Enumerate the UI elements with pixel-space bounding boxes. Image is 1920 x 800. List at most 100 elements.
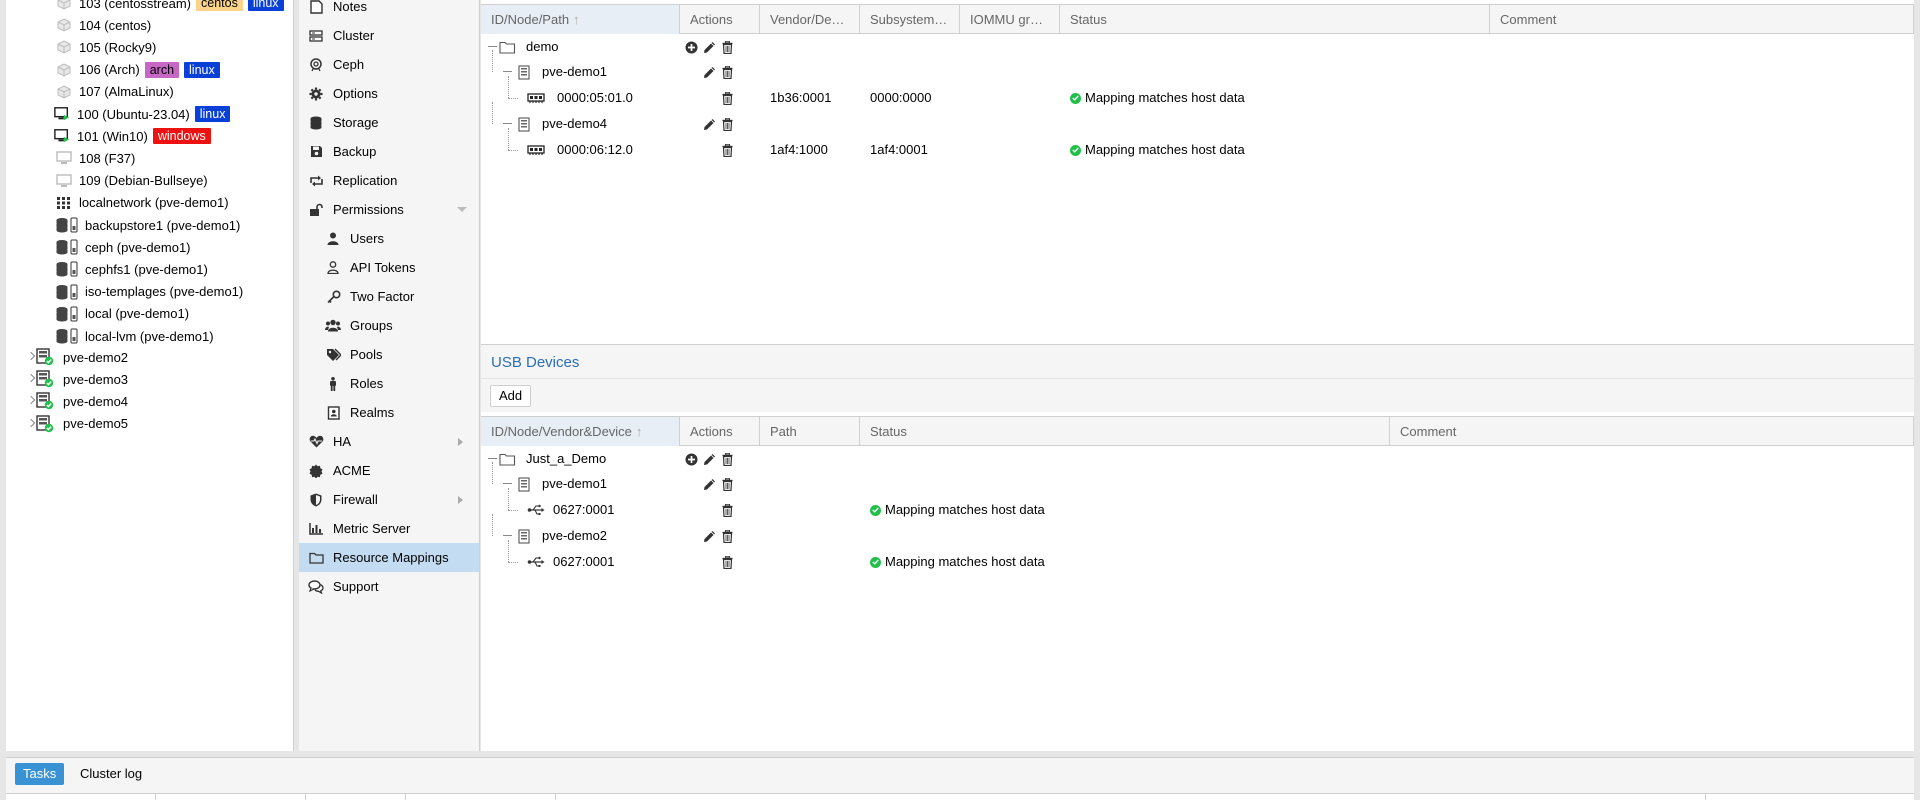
menu-item-ha[interactable]: HA	[299, 427, 479, 456]
menu-item-options[interactable]: Options	[299, 79, 479, 108]
trash-icon[interactable]	[720, 40, 734, 54]
tree-item[interactable]: iso-templages (pve-demo1)	[6, 281, 293, 303]
tree-item[interactable]: 104 (centos)	[6, 14, 293, 36]
trash-icon[interactable]	[720, 65, 734, 79]
resource-tree[interactable]: 103 (centosstream) centos linux 104 (centos…	[6, 0, 294, 751]
menu-item-resource-mappings[interactable]: Resource Mappings	[299, 543, 479, 572]
expand-caret-icon[interactable]	[458, 496, 463, 504]
menu-item-api-tokens[interactable]: API Tokens	[299, 253, 479, 282]
task-grid-column[interactable]	[556, 794, 1706, 800]
tree-item[interactable]: backupstore1 (pve-demo1)	[6, 214, 293, 236]
trash-icon[interactable]	[720, 91, 734, 105]
trash-icon[interactable]	[720, 452, 734, 466]
trash-icon[interactable]	[720, 477, 734, 491]
table-row[interactable]: 0000:05:01.0 1b36:0001 0000:0000 Mapping ma…	[481, 76, 1914, 110]
edit-pencil-icon[interactable]	[702, 65, 716, 79]
tree-node-pve-demo2[interactable]: pve-demo2	[6, 346, 293, 368]
column-header[interactable]: Vendor/De…	[760, 5, 860, 34]
table-row[interactable]: pve-demo1	[481, 50, 1914, 84]
edit-pencil-icon[interactable]	[702, 529, 716, 543]
column-header[interactable]: Status	[1060, 5, 1490, 34]
column-header[interactable]: Status	[860, 417, 1390, 446]
trash-icon[interactable]	[720, 117, 734, 131]
menu-item-permissions[interactable]: Permissions	[299, 195, 479, 224]
storage-icon	[56, 284, 78, 300]
table-row[interactable]: pve-demo4	[481, 102, 1914, 136]
add-usb-mapping-button[interactable]: Add	[490, 385, 532, 407]
tree-item[interactable]: ceph (pve-demo1)	[6, 236, 293, 258]
tree-item[interactable]: 105 (Rocky9)	[6, 36, 293, 58]
menu-item-users[interactable]: Users	[299, 224, 479, 253]
menu-item-roles[interactable]: Roles	[299, 369, 479, 398]
task-grid-column[interactable]	[6, 794, 156, 800]
tree-item[interactable]: 109 (Debian-Bullseye)	[6, 170, 293, 192]
menu-item-label: ACME	[333, 463, 371, 478]
edit-pencil-icon[interactable]	[702, 117, 716, 131]
column-header[interactable]: Actions	[680, 417, 760, 446]
trash-icon[interactable]	[720, 555, 734, 569]
column-header[interactable]: ID/Node/Vendor&Device ↑	[481, 417, 680, 446]
menu-item-acme[interactable]: ACME	[299, 456, 479, 485]
column-header[interactable]: Comment	[1390, 417, 1914, 446]
table-row[interactable]: 0627:0001 Mapping matches host data	[481, 540, 1914, 574]
tree-item[interactable]: 106 (Arch) arch linux	[6, 59, 293, 81]
tree-item[interactable]: localnetwork (pve-demo1)	[6, 192, 293, 214]
edit-pencil-icon[interactable]	[702, 477, 716, 491]
menu-item-metric-server[interactable]: Metric Server	[299, 514, 479, 543]
menu-item-notes[interactable]: Notes	[299, 0, 479, 21]
task-grid-column[interactable]	[406, 794, 556, 800]
table-row[interactable]: demo	[481, 35, 1914, 59]
edit-pencil-icon[interactable]	[702, 452, 716, 466]
node-online-icon	[36, 348, 54, 366]
menu-item-ceph[interactable]: Ceph	[299, 50, 479, 79]
table-row[interactable]: pve-demo2	[481, 514, 1914, 548]
trash-icon[interactable]	[720, 503, 734, 517]
menu-item-backup[interactable]: Backup	[299, 137, 479, 166]
tree-node-pve-demo4[interactable]: pve-demo4	[6, 390, 293, 412]
task-grid-column[interactable]	[156, 794, 306, 800]
menu-item-firewall[interactable]: Firewall	[299, 485, 479, 514]
table-row[interactable]: 0000:06:12.0 1af4:1000 1af4:0001 Mapping ma…	[481, 128, 1914, 162]
menu-item-pools[interactable]: Pools	[299, 340, 479, 369]
collapse-caret-icon[interactable]	[457, 207, 467, 212]
expand-chevron-icon[interactable]	[28, 420, 36, 428]
expand-caret-icon[interactable]	[458, 438, 463, 446]
expand-chevron-icon[interactable]	[28, 353, 36, 361]
tree-item[interactable]: cephfs1 (pve-demo1)	[6, 258, 293, 280]
column-header[interactable]: Subsystem…	[860, 5, 960, 34]
tree-item[interactable]: 103 (centosstream) centos linux	[6, 0, 293, 14]
table-row[interactable]: pve-demo1	[481, 462, 1914, 496]
task-grid-column[interactable]	[306, 794, 406, 800]
trash-icon[interactable]	[720, 143, 734, 157]
tree-item[interactable]: 108 (F37)	[6, 147, 293, 169]
edit-pencil-icon[interactable]	[702, 40, 716, 54]
menu-item-groups[interactable]: Groups	[299, 311, 479, 340]
tree-item[interactable]: local-lvm (pve-demo1)	[6, 325, 293, 347]
tree-item[interactable]: 100 (Ubuntu-23.04) linux	[6, 103, 293, 125]
column-header[interactable]: Comment	[1490, 5, 1914, 34]
tree-item[interactable]: local (pve-demo1)	[6, 303, 293, 325]
tab-tasks[interactable]: Tasks	[15, 763, 65, 785]
table-row[interactable]: Just_a_Demo	[481, 447, 1914, 471]
tab-cluster-log[interactable]: Cluster log	[72, 763, 150, 785]
column-header[interactable]: Path	[760, 417, 860, 446]
tree-node-pve-demo3[interactable]: pve-demo3	[6, 368, 293, 390]
menu-item-cluster[interactable]: Cluster	[299, 21, 479, 50]
menu-item-support[interactable]: Support	[299, 572, 479, 601]
add-circle-icon[interactable]	[684, 40, 698, 54]
tree-node-pve-demo5[interactable]: pve-demo5	[6, 413, 293, 435]
menu-item-storage[interactable]: Storage	[299, 108, 479, 137]
column-header[interactable]: IOMMU gr…	[960, 5, 1060, 34]
menu-item-replication[interactable]: Replication	[299, 166, 479, 195]
add-circle-icon[interactable]	[684, 452, 698, 466]
menu-item-realms[interactable]: Realms	[299, 398, 479, 427]
menu-item-two-factor[interactable]: Two Factor	[299, 282, 479, 311]
tree-item[interactable]: 101 (Win10) windows	[6, 125, 293, 147]
trash-icon[interactable]	[720, 529, 734, 543]
expand-chevron-icon[interactable]	[28, 375, 36, 383]
column-header[interactable]: Actions	[680, 5, 760, 34]
tree-item[interactable]: 107 (AlmaLinux)	[6, 81, 293, 103]
column-header[interactable]: ID/Node/Path ↑	[481, 5, 680, 34]
expand-chevron-icon[interactable]	[28, 397, 36, 405]
table-row[interactable]: 0627:0001 Mapping matches host data	[481, 488, 1914, 522]
